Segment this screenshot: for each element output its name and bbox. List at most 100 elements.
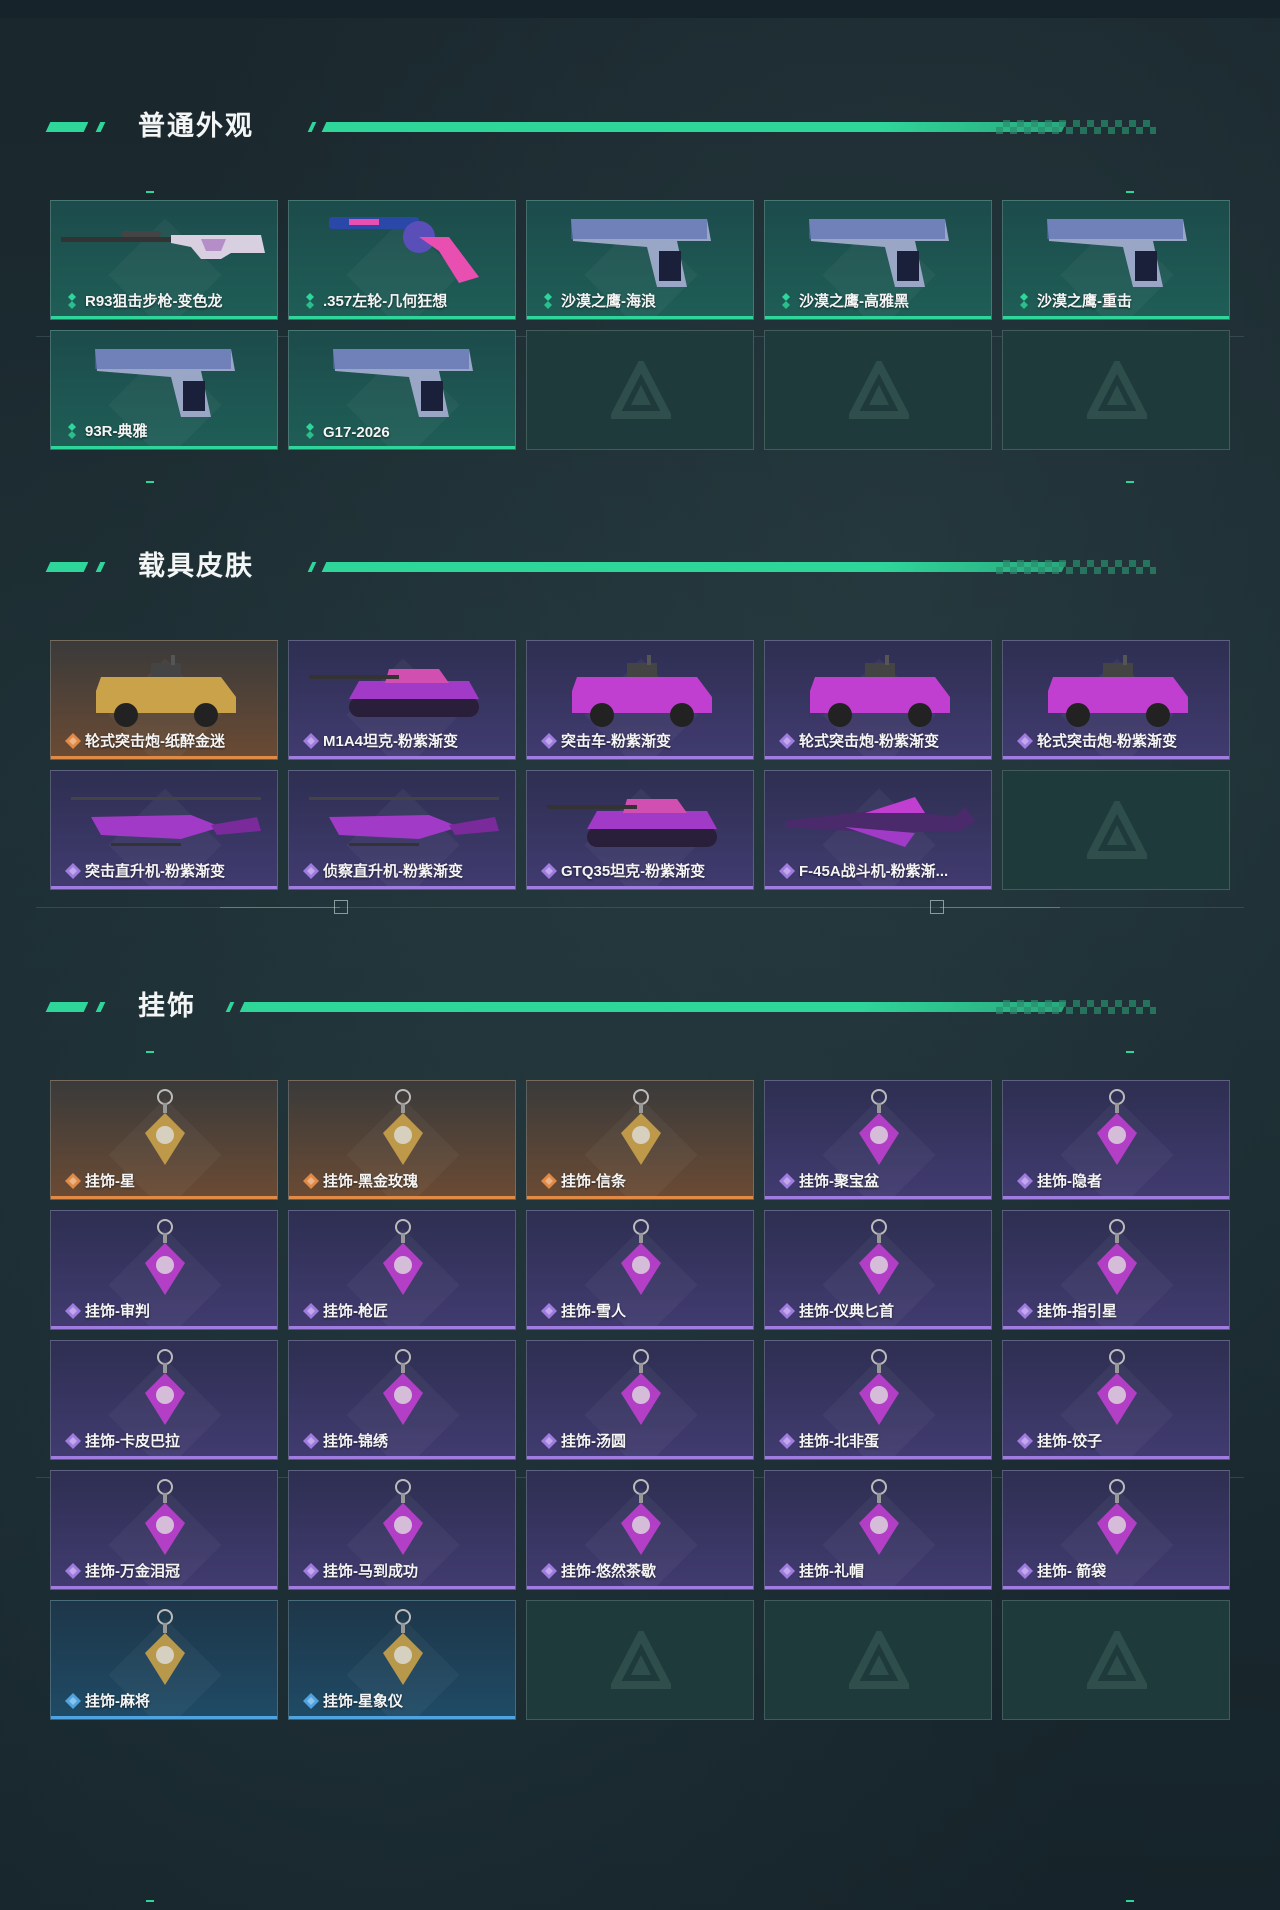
item-card[interactable]: 挂饰-礼帽 — [764, 1470, 992, 1590]
item-card[interactable]: 挂饰-悠然茶歇 — [526, 1470, 754, 1590]
charm-icon — [527, 1477, 753, 1563]
item-card[interactable]: 挂饰-雪人 — [526, 1210, 754, 1330]
item-card[interactable]: 轮式突击炮-粉紫渐变 — [764, 640, 992, 760]
game-logo-icon — [1084, 1626, 1150, 1691]
game-logo-icon — [608, 1626, 674, 1691]
rarity-bar — [289, 1716, 515, 1719]
item-name: 挂饰-星象仪 — [323, 1693, 403, 1710]
rarity-bar — [765, 1586, 991, 1589]
empty-slot — [1002, 1600, 1230, 1720]
item-card[interactable]: 挂饰-审判 — [50, 1210, 278, 1330]
empty-slot — [1002, 330, 1230, 450]
item-card[interactable]: 突击车-粉紫渐变 — [526, 640, 754, 760]
item-card[interactable]: 挂饰- 箭袋 — [1002, 1470, 1230, 1590]
item-name: 轮式突击炮-粉紫渐变 — [1037, 733, 1177, 750]
item-card[interactable]: 挂饰-仪典匕首 — [764, 1210, 992, 1330]
item-name: 挂饰-锦绣 — [323, 1433, 388, 1450]
item-card[interactable]: 挂饰-隐者 — [1002, 1080, 1230, 1200]
rarity-bar — [527, 1196, 753, 1199]
game-logo-icon — [846, 1626, 912, 1691]
rarity-purple-icon — [541, 1563, 557, 1579]
armored-car-icon — [765, 647, 991, 733]
charm-icon — [289, 1087, 515, 1173]
rarity-bar — [527, 316, 753, 319]
rarity-bar — [51, 1326, 277, 1329]
item-card[interactable]: 挂饰-北非蛋 — [764, 1340, 992, 1460]
charm-icon — [51, 1607, 277, 1693]
armored-car-icon — [51, 647, 277, 733]
pistol-icon — [527, 207, 753, 293]
pistol-icon — [51, 337, 277, 423]
item-card[interactable]: 挂饰-饺子 — [1002, 1340, 1230, 1460]
item-card[interactable]: 沙漠之鹰-高雅黑 — [764, 200, 992, 320]
rarity-purple-icon — [541, 1303, 557, 1319]
item-card[interactable]: 挂饰-汤圆 — [526, 1340, 754, 1460]
rarity-bar — [289, 756, 515, 759]
item-card[interactable]: F-45A战斗机-粉紫渐... — [764, 770, 992, 890]
item-card[interactable]: 突击直升机-粉紫渐变 — [50, 770, 278, 890]
item-card[interactable]: 沙漠之鹰-重击 — [1002, 200, 1230, 320]
rarity-blue-icon — [65, 1693, 81, 1709]
item-card[interactable]: 挂饰-枪匠 — [288, 1210, 516, 1330]
scale-marker — [334, 900, 348, 914]
rarity-purple-icon — [779, 863, 795, 879]
item-name: 沙漠之鹰-海浪 — [561, 293, 656, 310]
item-card[interactable]: G17-2026 — [288, 330, 516, 450]
item-name: 侦察直升机-粉紫渐变 — [323, 863, 463, 880]
game-logo-icon — [608, 356, 674, 421]
item-name: 突击直升机-粉紫渐变 — [85, 863, 225, 880]
rarity-bar — [765, 1196, 991, 1199]
rarity-bar — [765, 756, 991, 759]
charm-icon — [1003, 1477, 1229, 1563]
normal-skins-grid: R93狙击步枪-变色龙 .357左轮-几何狂想 沙漠之鹰-海浪 沙漠之鹰-高雅黑 沙漠之… — [50, 200, 1230, 450]
charm-icon — [289, 1347, 515, 1433]
jet-icon — [765, 777, 991, 863]
charm-icon — [51, 1477, 277, 1563]
item-card[interactable]: .357左轮-几何狂想 — [288, 200, 516, 320]
charm-icon — [289, 1607, 515, 1693]
item-card[interactable]: 挂饰-马到成功 — [288, 1470, 516, 1590]
rarity-purple-icon — [1017, 1563, 1033, 1579]
item-card[interactable]: R93狙击步枪-变色龙 — [50, 200, 278, 320]
item-card[interactable]: 挂饰-星象仪 — [288, 1600, 516, 1720]
item-card[interactable]: 93R-典雅 — [50, 330, 278, 450]
vehicle-skins-grid: 轮式突击炮-纸醉金迷 M1A4坦克-粉紫渐变 突击车-粉紫渐变 轮式突击炮-粉紫渐变 轮… — [50, 640, 1230, 890]
item-card[interactable]: 沙漠之鹰-海浪 — [526, 200, 754, 320]
item-name: 轮式突击炮-粉紫渐变 — [799, 733, 939, 750]
item-card[interactable]: 挂饰-万金泪冠 — [50, 1470, 278, 1590]
rarity-purple-icon — [303, 733, 319, 749]
item-card[interactable]: 挂饰-星 — [50, 1080, 278, 1200]
item-card[interactable]: 挂饰-锦绣 — [288, 1340, 516, 1460]
item-card[interactable]: 轮式突击炮-粉紫渐变 — [1002, 640, 1230, 760]
item-name: 沙漠之鹰-重击 — [1037, 293, 1132, 310]
rarity-bar — [289, 316, 515, 319]
rarity-bar — [51, 1456, 277, 1459]
item-name: 挂饰-雪人 — [561, 1303, 626, 1320]
item-name: 挂饰-隐者 — [1037, 1173, 1102, 1190]
top-bar — [0, 0, 1280, 18]
rarity-purple-icon — [541, 733, 557, 749]
item-card[interactable]: 挂饰-信条 — [526, 1080, 754, 1200]
rarity-bar — [1003, 1326, 1229, 1329]
pistol-icon — [1003, 207, 1229, 293]
item-card[interactable]: 轮式突击炮-纸醉金迷 — [50, 640, 278, 760]
item-card[interactable]: 挂饰-黑金玫瑰 — [288, 1080, 516, 1200]
item-card[interactable]: 挂饰-卡皮巴拉 — [50, 1340, 278, 1460]
item-card[interactable]: 侦察直升机-粉紫渐变 — [288, 770, 516, 890]
rarity-bar — [527, 1326, 753, 1329]
rarity-purple-icon — [65, 1433, 81, 1449]
item-card[interactable]: GTQ35坦克-粉紫渐变 — [526, 770, 754, 890]
item-name: 挂饰-星 — [85, 1173, 135, 1190]
item-name: 挂饰-枪匠 — [323, 1303, 388, 1320]
header-accent — [307, 122, 317, 132]
rarity-bar — [289, 446, 515, 449]
item-name: .357左轮-几何狂想 — [323, 293, 448, 310]
rarity-bar — [527, 756, 753, 759]
rarity-bar — [289, 1196, 515, 1199]
item-name: 挂饰-卡皮巴拉 — [85, 1433, 180, 1450]
header-accent — [95, 122, 106, 132]
item-card[interactable]: M1A4坦克-粉紫渐变 — [288, 640, 516, 760]
item-card[interactable]: 挂饰-指引星 — [1002, 1210, 1230, 1330]
item-card[interactable]: 挂饰-聚宝盆 — [764, 1080, 992, 1200]
item-card[interactable]: 挂饰-麻将 — [50, 1600, 278, 1720]
